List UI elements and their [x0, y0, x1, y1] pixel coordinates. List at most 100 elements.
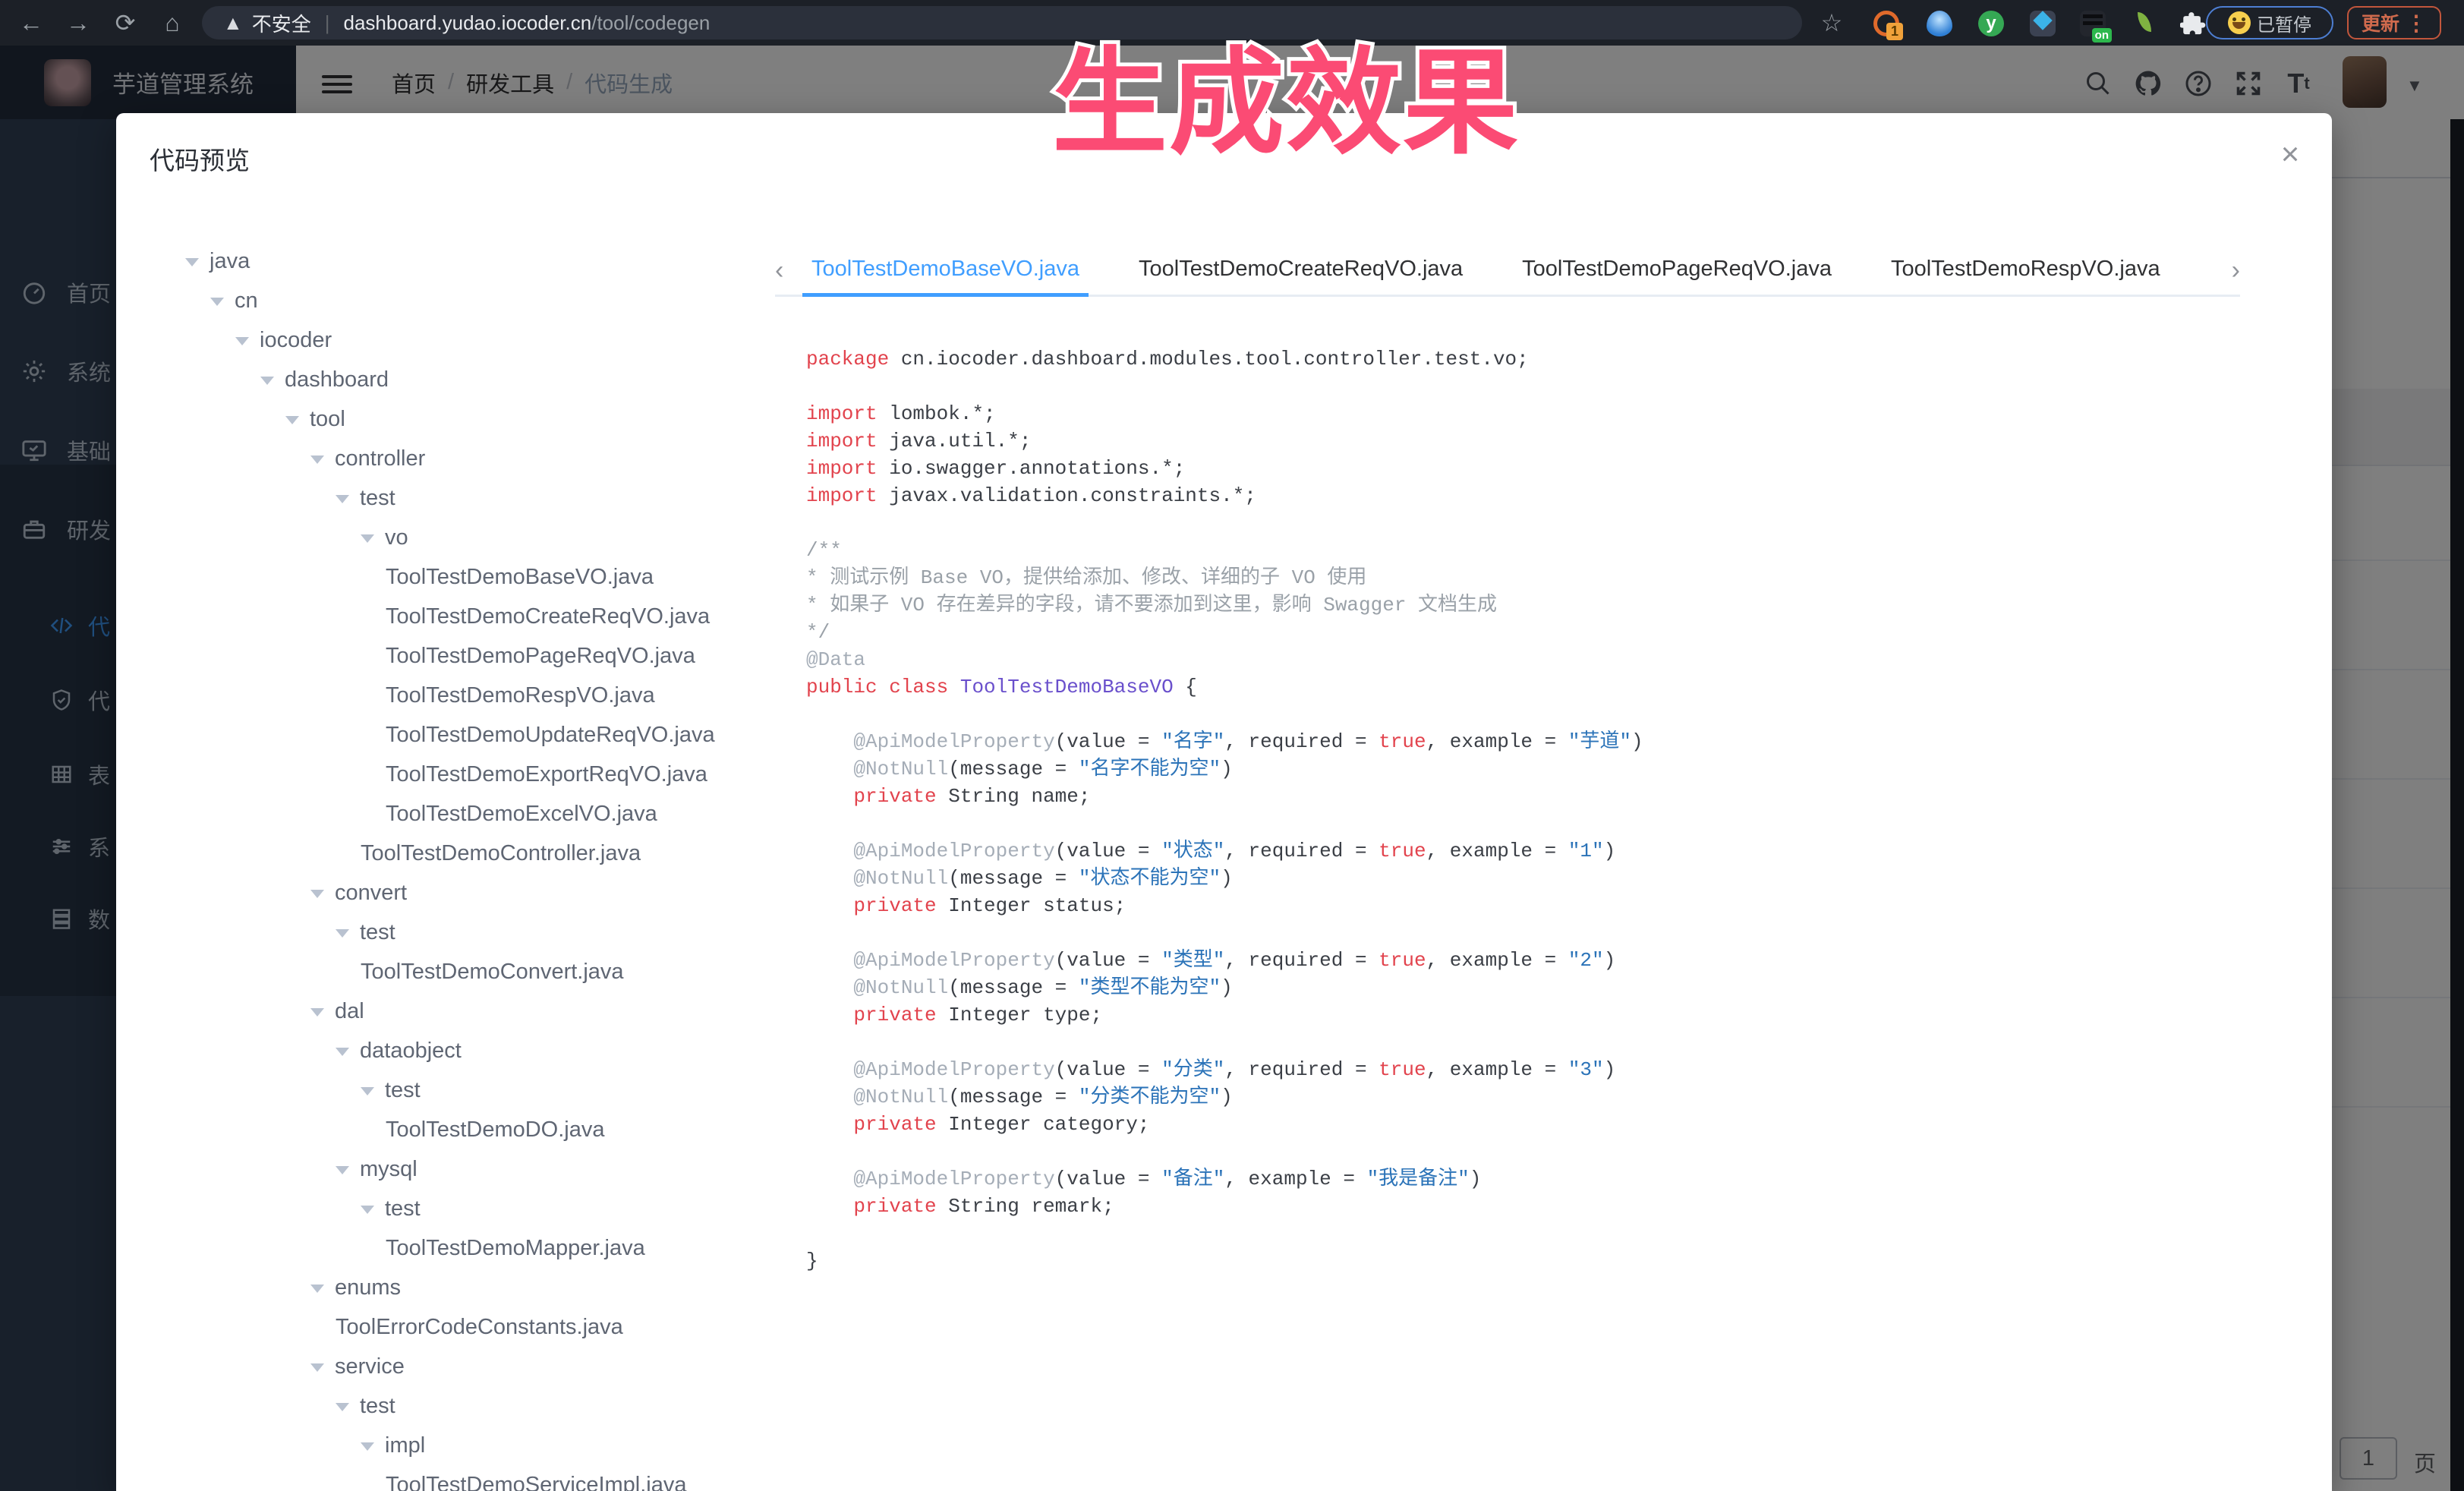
code-line: [806, 701, 2309, 728]
caret-down-icon[interactable]: [310, 455, 324, 464]
caret-down-icon[interactable]: [336, 929, 349, 938]
caret-down-icon[interactable]: [310, 1363, 324, 1372]
browser-reload-icon[interactable]: ⟳: [108, 6, 143, 39]
extension-icon-green[interactable]: y: [1978, 11, 2004, 36]
tree-folder[interactable]: test: [116, 1386, 769, 1426]
caret-down-icon[interactable]: [336, 1403, 349, 1411]
tree-folder[interactable]: tool: [116, 399, 769, 439]
tree-label: vo: [385, 525, 408, 550]
address-bar[interactable]: ▲ 不安全 | dashboard.yudao.iocoder.cn /tool…: [202, 6, 1802, 39]
tree-folder[interactable]: test: [116, 1189, 769, 1228]
code-line: @NotNull(message = "分类不能为空"): [806, 1083, 2309, 1111]
tree-label: enums: [335, 1275, 401, 1300]
browser-update-button[interactable]: 更新 ⋮: [2347, 6, 2441, 39]
caret-down-icon[interactable]: [361, 1087, 374, 1095]
browser-menu-dots-icon[interactable]: ⋮: [2406, 11, 2427, 36]
code-line: [806, 1138, 2309, 1165]
tree-folder[interactable]: convert: [116, 873, 769, 913]
bookmark-star-icon[interactable]: ☆: [1814, 6, 1849, 39]
tree-folder[interactable]: cn: [116, 281, 769, 320]
caret-down-icon[interactable]: [260, 377, 274, 385]
profile-emoji-icon: [2228, 11, 2251, 34]
tree-folder[interactable]: enums: [116, 1268, 769, 1307]
file-tabs: ToolTestDemoBaseVO.java ToolTestDemoCreat…: [802, 247, 2214, 297]
security-label[interactable]: 不安全: [252, 9, 311, 37]
profile-paused-chip[interactable]: 已暂停: [2206, 6, 2333, 39]
code-line: [806, 810, 2309, 837]
tree-folder[interactable]: mysql: [116, 1149, 769, 1189]
tree-file[interactable]: ToolTestDemoConvert.java: [116, 952, 769, 991]
tree-folder[interactable]: iocoder: [116, 320, 769, 360]
tabs-prev-icon[interactable]: ‹: [775, 256, 783, 285]
caret-down-icon[interactable]: [336, 1048, 349, 1056]
code-line: @Data: [806, 646, 2309, 673]
tree-label: ToolTestDemoExcelVO.java: [386, 802, 657, 826]
caret-down-icon[interactable]: [361, 1442, 374, 1451]
tree-file[interactable]: ToolTestDemoServiceImpl.java: [116, 1465, 769, 1491]
tree-folder[interactable]: test: [116, 913, 769, 952]
extension-icon-tampermonkey[interactable]: on: [2080, 11, 2106, 36]
code-line: @ApiModelProperty(value = "类型", required…: [806, 947, 2309, 974]
close-icon[interactable]: ×: [2269, 133, 2311, 175]
tree-folder[interactable]: impl: [116, 1426, 769, 1465]
caret-down-icon[interactable]: [361, 534, 374, 543]
tree-file[interactable]: ToolErrorCodeConstants.java: [116, 1307, 769, 1347]
caret-down-icon[interactable]: [210, 298, 224, 306]
tree-file[interactable]: ToolTestDemoDO.java: [116, 1110, 769, 1149]
tree-folder[interactable]: dal: [116, 991, 769, 1031]
browser-back-icon[interactable]: ←: [14, 6, 49, 39]
browser-home-icon[interactable]: ⌂: [155, 6, 190, 39]
warning-icon: ▲: [223, 11, 243, 35]
extension-icon-sprout[interactable]: [2132, 11, 2157, 36]
file-tab-3[interactable]: ToolTestDemoPageReqVO.java: [1513, 247, 1841, 297]
tree-label: ToolTestDemoBaseVO.java: [386, 565, 654, 589]
code-line: private Integer type;: [806, 1001, 2309, 1029]
tree-file[interactable]: ToolTestDemoPageReqVO.java: [116, 636, 769, 676]
tree-label: ToolTestDemoExportReqVO.java: [386, 762, 707, 786]
extension-icon-diamond[interactable]: [2030, 11, 2056, 36]
extensions-puzzle-icon[interactable]: [2180, 11, 2206, 36]
tree-file[interactable]: ToolTestDemoCreateReqVO.java: [116, 597, 769, 636]
code-line: }: [806, 1247, 2309, 1275]
caret-down-icon[interactable]: [185, 258, 199, 266]
tree-label: cn: [235, 288, 258, 313]
tree-folder[interactable]: test: [116, 1070, 769, 1110]
caret-down-icon[interactable]: [336, 1166, 349, 1174]
file-tab-4[interactable]: ToolTestDemoRespVO.java: [1882, 247, 2169, 297]
tree-file[interactable]: ToolTestDemoUpdateReqVO.java: [116, 715, 769, 755]
caret-down-icon[interactable]: [310, 1285, 324, 1293]
caret-down-icon[interactable]: [310, 890, 324, 898]
extension-icon-orange[interactable]: 1: [1873, 11, 1899, 36]
file-tab-5[interactable]: ToolTe: [2210, 247, 2214, 297]
caret-down-icon[interactable]: [235, 337, 249, 345]
tree-folder[interactable]: dashboard: [116, 360, 769, 399]
caret-down-icon[interactable]: [361, 1206, 374, 1214]
code-line: package cn.iocoder.dashboard.modules.too…: [806, 345, 2309, 373]
tree-folder[interactable]: dataobject: [116, 1031, 769, 1070]
tree-folder[interactable]: vo: [116, 518, 769, 557]
caret-down-icon[interactable]: [285, 416, 299, 424]
tree-folder[interactable]: java: [116, 241, 769, 281]
caret-down-icon[interactable]: [310, 1008, 324, 1017]
browser-forward-icon[interactable]: →: [61, 6, 96, 39]
tree-file[interactable]: ToolTestDemoExportReqVO.java: [116, 755, 769, 794]
extension-icon-blue-gem[interactable]: [1927, 11, 1952, 36]
tree-file[interactable]: ToolTestDemoController.java: [116, 834, 769, 873]
tree-file[interactable]: ToolTestDemoMapper.java: [116, 1228, 769, 1268]
code-line: @ApiModelProperty(value = "备注", example …: [806, 1165, 2309, 1193]
tree-file[interactable]: ToolTestDemoBaseVO.java: [116, 557, 769, 597]
tabs-next-icon[interactable]: ›: [2232, 256, 2240, 285]
tree-file[interactable]: ToolTestDemoRespVO.java: [116, 676, 769, 715]
tree-label: ToolErrorCodeConstants.java: [336, 1315, 623, 1339]
tree-folder[interactable]: service: [116, 1347, 769, 1386]
tree-file[interactable]: ToolTestDemoExcelVO.java: [116, 794, 769, 834]
file-tab-1[interactable]: ToolTestDemoBaseVO.java: [802, 247, 1089, 297]
tree-label: dashboard: [285, 367, 389, 392]
caret-down-icon[interactable]: [336, 495, 349, 503]
window-scrollbar[interactable]: [2450, 119, 2464, 1491]
file-tab-2[interactable]: ToolTestDemoCreateReqVO.java: [1130, 247, 1472, 297]
code-line: import javax.validation.constraints.*;: [806, 482, 2309, 509]
tree-folder[interactable]: controller: [116, 439, 769, 478]
tree-label: controller: [335, 446, 425, 471]
tree-folder[interactable]: test: [116, 478, 769, 518]
